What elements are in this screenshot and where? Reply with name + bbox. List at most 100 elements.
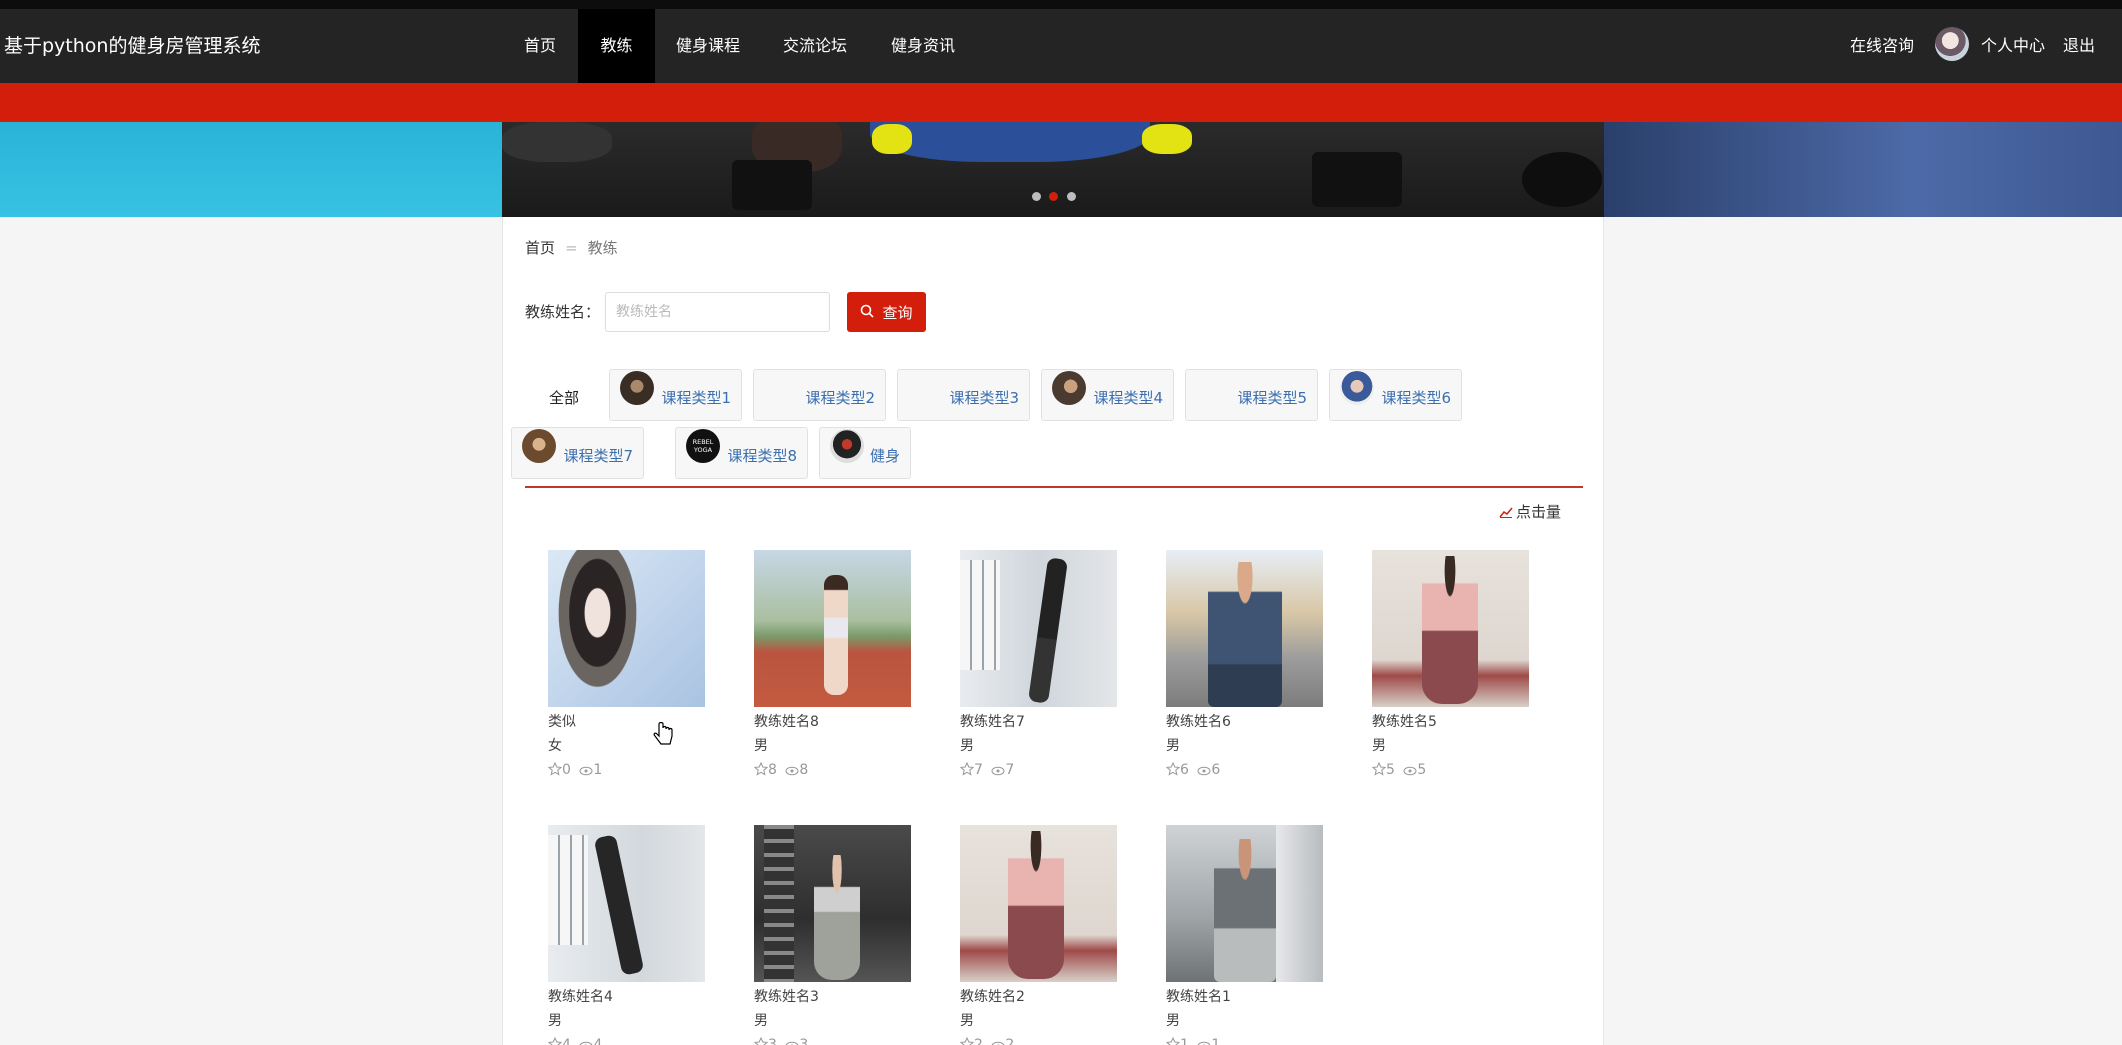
banner-shape (502, 122, 612, 162)
coach-likes: 7 (974, 762, 983, 778)
breadcrumb-home[interactable]: 首页 (525, 239, 555, 257)
coach-gender: 男 (548, 1013, 562, 1029)
coach-likes: 5 (1386, 762, 1395, 778)
nav-forum[interactable]: 交流论坛 (772, 9, 858, 83)
category-thumb (1340, 371, 1374, 405)
nav-news[interactable]: 健身资讯 (880, 9, 966, 83)
category-all[interactable]: 全部 (549, 387, 579, 408)
category-thumb (1052, 371, 1086, 405)
category-label: 课程类型4 (1093, 389, 1163, 407)
star-icon (547, 761, 563, 776)
coach-likes: 6 (1180, 762, 1189, 778)
search-button[interactable]: 查询 (847, 292, 926, 332)
coach-name[interactable]: 教练姓名7 (960, 711, 1120, 733)
category-item-3[interactable]: 课程类型3 (897, 369, 1030, 421)
banner-ball (870, 122, 1150, 162)
nav-coach[interactable]: 教练 (578, 9, 655, 83)
category-item-1[interactable]: 课程类型1 (609, 369, 742, 421)
coach-card[interactable]: 教练姓名3 男 3 3 (753, 825, 914, 1045)
category-item-8[interactable]: REBEL YOGA 课程类型8 (675, 427, 808, 479)
category-thumb (620, 371, 654, 405)
coach-card[interactable]: 教练姓名2 男 2 2 (959, 825, 1120, 1045)
coach-photo[interactable] (1166, 550, 1323, 707)
top-navbar: 基于python的健身房管理系统 首页 教练 健身课程 交流论坛 健身资讯 在线… (0, 9, 2122, 83)
coach-gender: 男 (754, 738, 768, 754)
category-item-5[interactable]: 课程类型5 (1185, 369, 1318, 421)
coach-photo[interactable] (548, 825, 705, 982)
coach-stats: 2 2 (959, 1034, 1120, 1045)
breadcrumb-separator: = (565, 239, 578, 257)
sort-by-clicks[interactable]: 点击量 (1499, 501, 1561, 522)
eye-icon (786, 1041, 799, 1045)
breadcrumb-current: 教练 (587, 239, 618, 257)
profile-link[interactable]: 个人中心 (1981, 9, 2045, 83)
eye-icon (991, 766, 1005, 776)
banner-carousel[interactable] (502, 122, 1604, 217)
coach-gender: 男 (1166, 1013, 1180, 1029)
category-thumb (522, 429, 556, 463)
coach-card[interactable]: 教练姓名4 男 4 4 (547, 825, 708, 1045)
logout-link[interactable]: 退出 (2063, 9, 2095, 83)
category-item-4[interactable]: 课程类型4 (1041, 369, 1174, 421)
coach-photo[interactable] (754, 825, 911, 982)
coach-photo[interactable] (754, 550, 911, 707)
coach-name[interactable]: 类似 (548, 711, 708, 733)
coach-name[interactable]: 教练姓名2 (960, 986, 1120, 1008)
coach-card[interactable]: 教练姓名5 男 5 5 (1371, 550, 1532, 781)
nav-courses[interactable]: 健身课程 (665, 9, 751, 83)
nav-home[interactable]: 首页 (512, 9, 568, 83)
category-item-7[interactable]: 课程类型7 (511, 427, 644, 479)
category-item-9[interactable]: 健身 (819, 427, 911, 479)
coach-photo[interactable] (548, 550, 705, 707)
category-label: 课程类型7 (563, 447, 633, 465)
coach-photo[interactable] (960, 550, 1117, 707)
star-icon (1165, 761, 1181, 776)
coach-name-input[interactable] (605, 292, 830, 332)
category-label: 课程类型5 (1237, 389, 1307, 407)
site-title[interactable]: 基于python的健身房管理系统 (4, 9, 260, 83)
star-icon (753, 761, 769, 776)
coach-stats: 5 5 (1371, 759, 1532, 781)
photo-figure (1028, 557, 1068, 704)
coach-name[interactable]: 教练姓名5 (1372, 711, 1532, 733)
banner-right-image (1604, 122, 2122, 217)
coach-name[interactable]: 教练姓名8 (754, 711, 914, 733)
user-avatar[interactable] (1935, 27, 1969, 61)
banner-left-image (0, 122, 502, 217)
carousel-dot-active[interactable] (1049, 192, 1058, 201)
category-item-6[interactable]: 课程类型6 (1329, 369, 1462, 421)
coach-views: 7 (1005, 762, 1015, 778)
photo-figure (593, 834, 645, 976)
coach-name[interactable]: 教练姓名6 (1166, 711, 1326, 733)
logo-text-line2: YOGA (693, 446, 713, 454)
coach-views: 1 (1211, 1037, 1221, 1045)
coach-views: 5 (1417, 762, 1427, 778)
star-icon (753, 1036, 769, 1045)
banner-dumbbell (1312, 152, 1402, 207)
coach-likes: 8 (768, 762, 777, 778)
eye-icon (992, 1041, 1005, 1045)
coach-card[interactable]: 教练姓名1 男 1 1 (1165, 825, 1326, 1045)
category-item-2[interactable]: 课程类型2 (753, 369, 886, 421)
coach-card[interactable]: 教练姓名6 男 6 6 (1165, 550, 1326, 781)
carousel-dot[interactable] (1067, 192, 1076, 201)
coach-stats: 3 3 (753, 1034, 914, 1045)
coach-photo[interactable] (960, 825, 1117, 982)
coach-name[interactable]: 教练姓名3 (754, 986, 914, 1008)
hand-cursor-icon (653, 721, 673, 752)
eye-icon (1403, 766, 1417, 776)
window-top-strip (0, 0, 2122, 9)
coach-card[interactable]: 类似 女 0 1 (547, 550, 708, 781)
eye-icon (785, 766, 799, 776)
coach-stats: 7 7 (959, 759, 1120, 781)
online-consult-link[interactable]: 在线咨询 (1850, 9, 1914, 83)
coach-card[interactable]: 教练姓名7 男 7 7 (959, 550, 1120, 781)
coach-gender: 女 (548, 738, 562, 754)
star-icon (1371, 761, 1387, 776)
coach-card[interactable]: 教练姓名8 男 8 8 (753, 550, 914, 781)
coach-photo[interactable] (1372, 550, 1529, 707)
coach-name[interactable]: 教练姓名1 (1166, 986, 1326, 1008)
coach-name[interactable]: 教练姓名4 (548, 986, 708, 1008)
coach-photo[interactable] (1166, 825, 1323, 982)
carousel-dot[interactable] (1032, 192, 1041, 201)
